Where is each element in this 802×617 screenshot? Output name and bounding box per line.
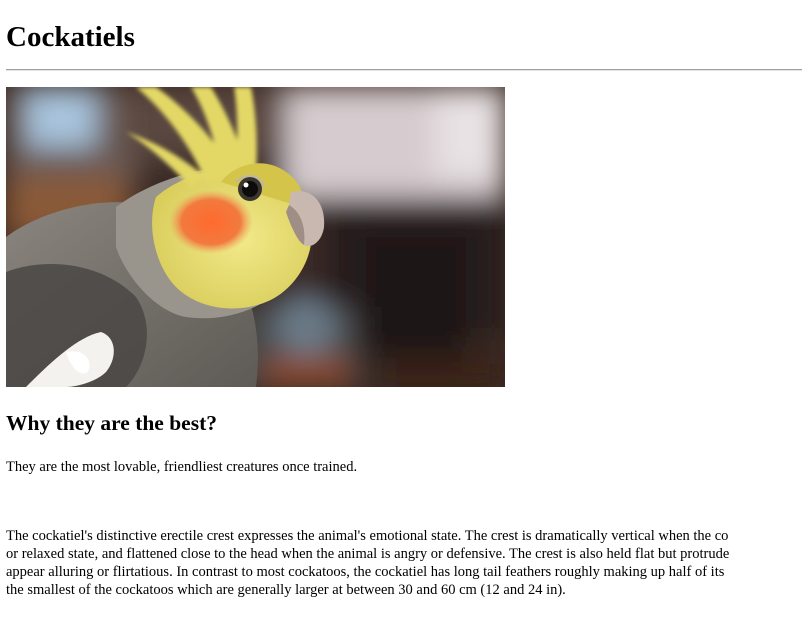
body-line: appear alluring or flirtatious. In contr… [6, 564, 725, 580]
intro-paragraph: They are the most lovable, friendliest c… [6, 459, 358, 475]
body-line: the smallest of the cockatoos which are … [6, 582, 566, 598]
body-line: or relaxed state, and flattened close to… [6, 546, 730, 562]
section-heading: Why they are the best? [6, 411, 218, 435]
page: Cockatiels Why they are the best? They a… [0, 0, 802, 617]
title-divider [6, 69, 802, 71]
cockatiel-image [6, 87, 505, 387]
body-line: The cockatiel's distinctive erectile cre… [6, 528, 729, 544]
body-paragraph: The cockatiel's distinctive erectile cre… [6, 527, 802, 599]
page-title: Cockatiels [6, 21, 135, 53]
